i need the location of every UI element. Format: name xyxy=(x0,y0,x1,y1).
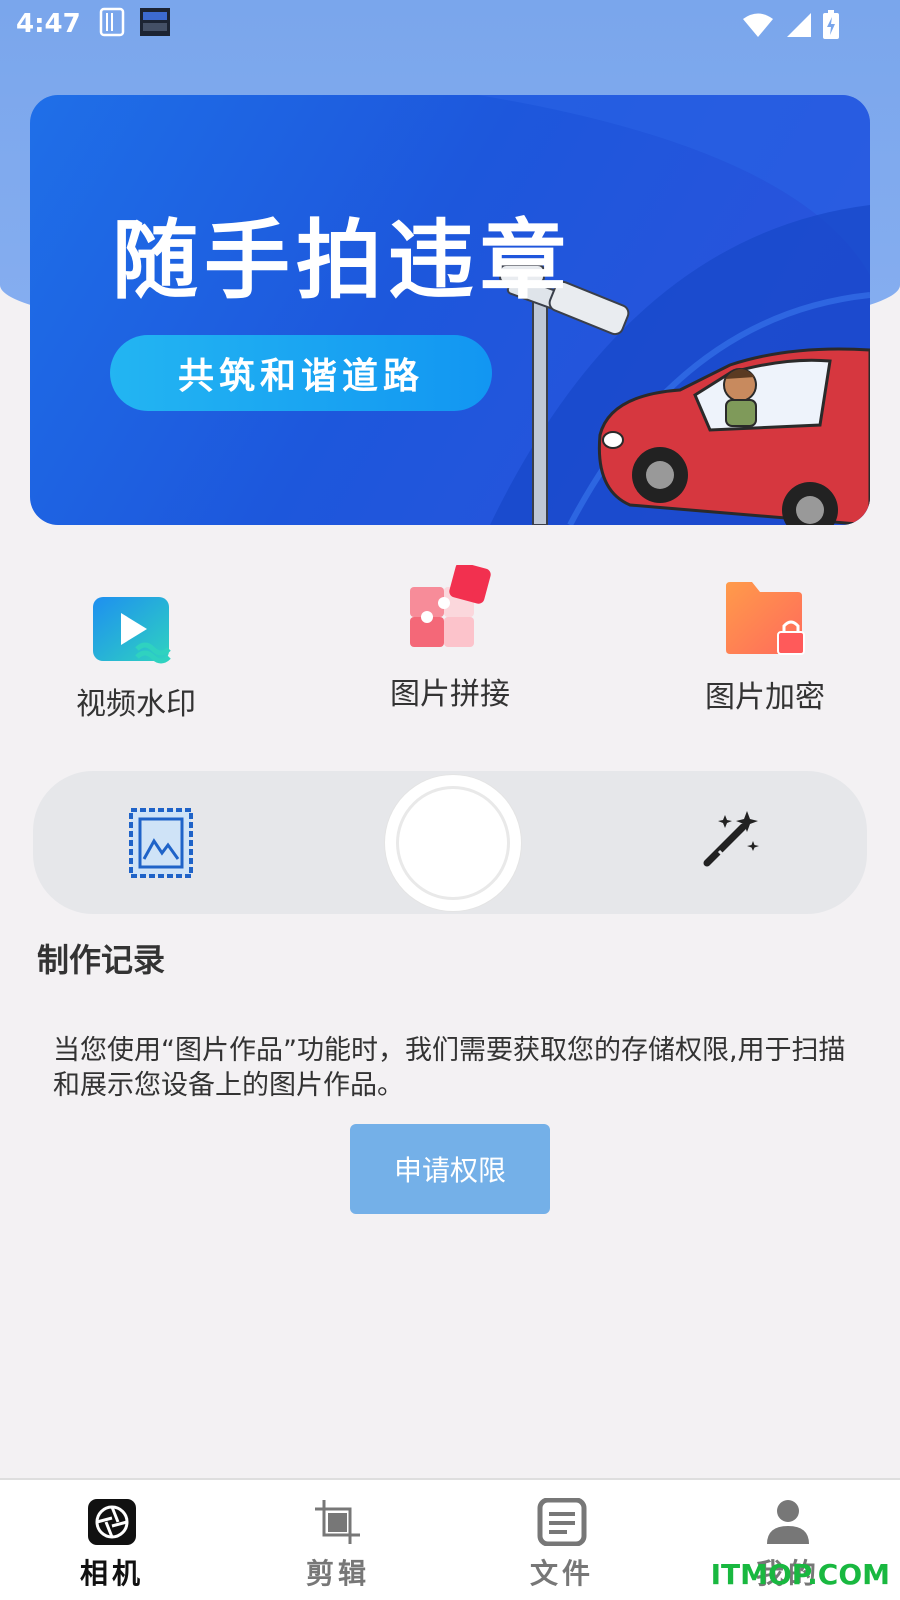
user-icon xyxy=(767,1500,809,1544)
feature-label: 视频水印 xyxy=(76,687,196,722)
shutter-inner-ring xyxy=(396,786,510,900)
nav-item-files[interactable]: 文件 xyxy=(502,1497,622,1592)
status-time: 4:47 xyxy=(16,9,81,39)
video-watermark-icon xyxy=(93,597,171,664)
feature-grid: 视频水印 图片拼接 图片加密 xyxy=(0,562,900,725)
wifi-icon xyxy=(742,12,774,42)
battery-icon xyxy=(822,10,840,44)
locked-folder-icon xyxy=(726,582,805,655)
shutter-button[interactable] xyxy=(385,775,521,911)
puzzle-icon xyxy=(410,562,491,647)
status-bar: 4:47 xyxy=(0,0,900,48)
nav-label: 文件 xyxy=(529,1557,594,1590)
signal-icon xyxy=(784,12,812,42)
sim-card-icon xyxy=(99,7,125,41)
feature-video-watermark[interactable]: 视频水印 xyxy=(26,595,246,723)
nav-item-edit[interactable]: 剪辑 xyxy=(278,1498,398,1592)
feature-label: 图片加密 xyxy=(705,680,825,715)
clock-widget-icon xyxy=(139,7,171,41)
nav-label: 相机 xyxy=(79,1557,144,1590)
permission-message: 当您使用“图片作品”功能时，我们需要获取您的存储权限,用于扫描和展示您设备上的图… xyxy=(53,1035,846,1101)
banner-slogan: 共筑和谐道路 xyxy=(110,335,492,411)
nav-item-camera[interactable]: 相机 xyxy=(52,1498,172,1592)
magic-wand-icon[interactable] xyxy=(699,809,761,875)
site-watermark: ITMOP.COM xyxy=(710,1558,890,1591)
stamp-image-icon[interactable] xyxy=(128,807,194,883)
document-icon xyxy=(537,1497,587,1547)
feature-image-encrypt[interactable]: 图片加密 xyxy=(655,580,875,716)
request-permission-button[interactable]: 申请权限 xyxy=(350,1124,550,1214)
camera-aperture-icon xyxy=(88,1499,136,1545)
banner-title: 随手拍违章 xyxy=(112,211,572,311)
crop-icon xyxy=(315,1500,360,1544)
feature-label: 图片拼接 xyxy=(390,677,510,712)
section-title: 制作记录 xyxy=(37,941,166,979)
promo-banner[interactable]: 随手拍违章 共筑和谐道路 xyxy=(30,95,870,525)
feature-image-stitch[interactable]: 图片拼接 xyxy=(340,562,560,713)
nav-label: 剪辑 xyxy=(305,1557,370,1590)
